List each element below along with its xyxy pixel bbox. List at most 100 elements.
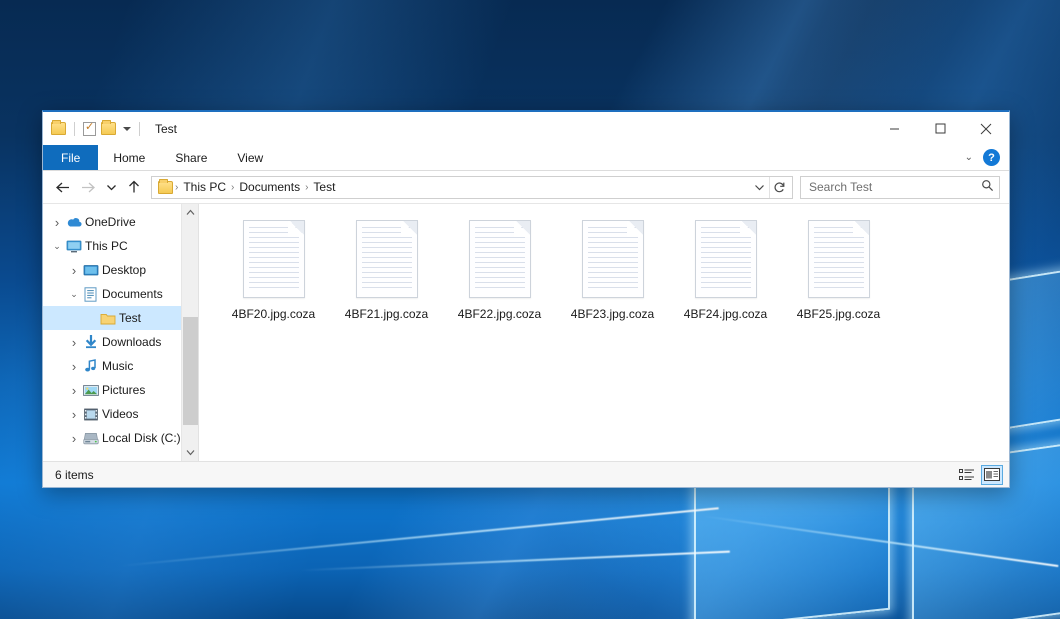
file-name-label: 4BF22.jpg.coza (458, 307, 541, 321)
quick-access-toolbar[interactable] (51, 122, 143, 136)
address-bar: › This PC › Documents › Test (43, 171, 1009, 203)
file-name-label: 4BF25.jpg.coza (797, 307, 880, 321)
recent-locations-button[interactable] (101, 174, 121, 200)
sidebar-item-downloads[interactable]: ›Downloads (43, 330, 198, 354)
chevron-right-icon[interactable]: › (66, 402, 82, 426)
onedrive-icon (65, 216, 82, 228)
maximize-button[interactable] (917, 112, 963, 145)
sidebar-item-onedrive[interactable]: › OneDrive (43, 210, 198, 234)
chevron-right-icon[interactable]: › (66, 426, 82, 450)
address-dropdown-button[interactable] (749, 177, 769, 198)
file-item[interactable]: 4BF24.jpg.coza (669, 216, 782, 334)
window-title: Test (155, 122, 177, 136)
disk-icon (82, 432, 99, 445)
toolbar-divider (74, 122, 75, 136)
tab-file[interactable]: File (43, 145, 98, 170)
window-controls (871, 112, 1009, 145)
sidebar-item-music[interactable]: › Music (43, 354, 198, 378)
folder-icon (99, 312, 116, 325)
help-icon[interactable]: ? (983, 149, 1000, 166)
breadcrumb-item-test[interactable]: Test (308, 180, 340, 194)
chevron-down-icon[interactable]: ⌄ (49, 234, 65, 258)
navigation-pane: ›OneDrive⌄This PC›Desktop⌄DocumentsTest›… (43, 204, 198, 461)
toolbar-divider (139, 122, 140, 136)
desktop: Test File Home Share View ⌄ ? (0, 0, 1060, 619)
file-grid: 4BF20.jpg.coza4BF21.jpg.coza 4BF22.jpg.co… (217, 216, 1009, 334)
new-folder-icon[interactable] (101, 122, 116, 135)
breadcrumb-item-documents[interactable]: Documents (234, 180, 305, 194)
document-icon[interactable] (582, 220, 644, 298)
forward-button[interactable] (75, 174, 101, 200)
breadcrumb: › This PC › Documents › Test (158, 180, 749, 194)
file-item[interactable]: 4BF20.jpg.coza (217, 216, 330, 334)
sidebar-item-label: Music (102, 359, 133, 373)
file-item[interactable]: 4BF25.jpg.coza (782, 216, 895, 334)
file-item[interactable]: 4BF21.jpg.coza (330, 216, 443, 334)
sidebar-item-local-disk-c[interactable]: ›Local Disk (C:) (43, 426, 198, 450)
sidebar-item-pictures[interactable]: ›Pictures (43, 378, 198, 402)
desktop-icon (82, 264, 99, 277)
scrollbar-track[interactable] (182, 221, 199, 444)
file-name-label: 4BF23.jpg.coza (571, 307, 654, 321)
document-icon[interactable] (808, 220, 870, 298)
close-button[interactable] (963, 112, 1009, 145)
search-input[interactable] (809, 180, 981, 194)
chevron-down-icon[interactable]: ⌄ (965, 152, 973, 163)
title-bar: Test (43, 112, 1009, 145)
chevron-down-icon[interactable]: ⌄ (66, 282, 82, 306)
sidebar-item-videos[interactable]: › Videos (43, 402, 198, 426)
scrollbar-thumb[interactable] (183, 317, 198, 425)
search-icon[interactable] (981, 179, 994, 195)
details-view-button[interactable] (956, 465, 978, 485)
chevron-right-icon[interactable]: › (66, 330, 82, 354)
tab-share[interactable]: Share (160, 145, 222, 170)
document-icon[interactable] (243, 220, 305, 298)
back-button[interactable] (49, 174, 75, 200)
minimize-button[interactable] (871, 112, 917, 145)
pictures-icon (82, 384, 99, 397)
file-name-label: 4BF24.jpg.coza (684, 307, 767, 321)
sidebar-item-label: This PC (85, 239, 128, 253)
ribbon-tab-bar: File Home Share View ⌄ ? (43, 145, 1009, 171)
music-icon (82, 359, 99, 373)
breadcrumb-folder-icon[interactable] (158, 181, 173, 194)
chevron-right-icon[interactable]: › (66, 258, 82, 282)
sidebar-item-label: Desktop (102, 263, 146, 277)
folder-tree: ›OneDrive⌄This PC›Desktop⌄DocumentsTest›… (43, 210, 198, 450)
breadcrumb-bar[interactable]: › This PC › Documents › Test (151, 176, 793, 199)
sidebar-item-test[interactable]: Test (43, 306, 198, 330)
document-icon[interactable] (695, 220, 757, 298)
documents-icon (82, 287, 99, 302)
tab-home[interactable]: Home (98, 145, 160, 170)
chevron-right-icon[interactable]: › (49, 210, 65, 234)
scroll-down-icon[interactable] (182, 444, 199, 461)
file-list-view[interactable]: 4BF20.jpg.coza4BF21.jpg.coza 4BF22.jpg.co… (199, 204, 1009, 461)
chevron-right-icon[interactable]: › (66, 354, 82, 378)
document-icon[interactable] (469, 220, 531, 298)
file-explorer-window: Test File Home Share View ⌄ ? (42, 110, 1010, 488)
sidebar-item-this-pc[interactable]: ⌄ This PC (43, 234, 198, 258)
search-box[interactable] (800, 176, 1000, 199)
pc-icon (65, 240, 82, 253)
sidebar-item-desktop[interactable]: › Desktop (43, 258, 198, 282)
large-icons-view-button[interactable] (981, 465, 1003, 485)
status-bar: 6 items (43, 461, 1009, 487)
folder-icon[interactable] (51, 122, 66, 135)
breadcrumb-item-this-pc[interactable]: This PC (178, 180, 231, 194)
sidebar-item-documents[interactable]: ⌄Documents (43, 282, 198, 306)
chevron-right-icon[interactable]: › (66, 378, 82, 402)
scroll-up-icon[interactable] (182, 204, 199, 221)
file-item[interactable]: 4BF22.jpg.coza (443, 216, 556, 334)
navigation-scrollbar[interactable] (181, 204, 198, 461)
sidebar-item-label: Videos (102, 407, 138, 421)
document-icon[interactable] (356, 220, 418, 298)
properties-icon[interactable] (83, 122, 96, 136)
customize-caret-icon[interactable] (123, 127, 131, 131)
up-button[interactable] (121, 174, 147, 200)
refresh-button[interactable] (769, 177, 789, 198)
sidebar-item-label: OneDrive (85, 215, 136, 229)
ribbon-right-controls: ⌄ ? (965, 145, 1009, 170)
tab-view[interactable]: View (222, 145, 278, 170)
view-mode-buttons (956, 465, 1003, 485)
file-item[interactable]: 4BF23.jpg.coza (556, 216, 669, 334)
